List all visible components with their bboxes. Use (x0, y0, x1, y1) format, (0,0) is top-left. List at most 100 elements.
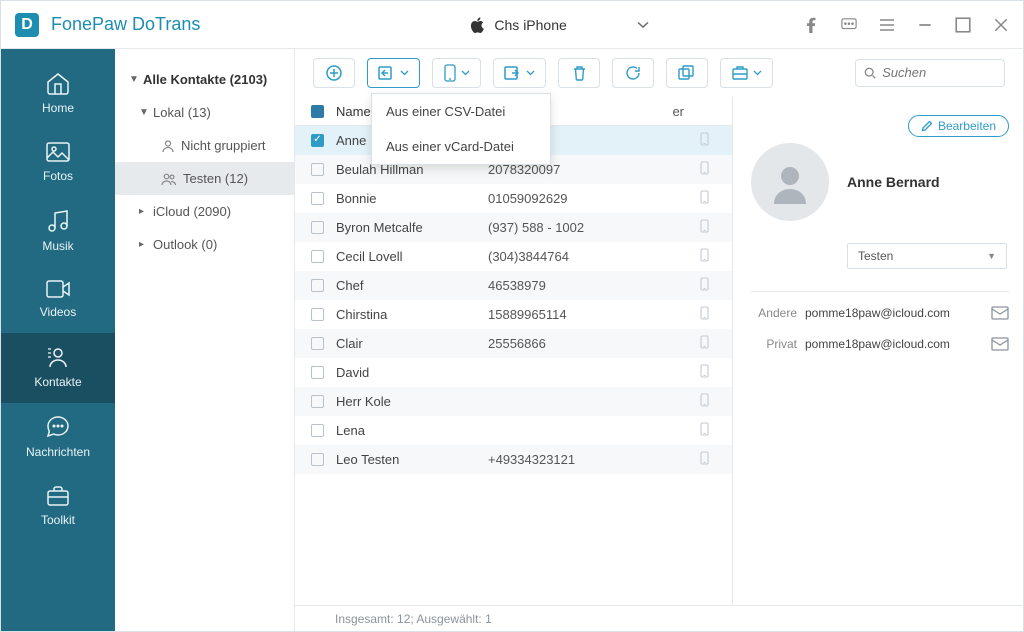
row-checkbox[interactable] (311, 192, 324, 205)
app-logo: D (15, 13, 39, 37)
apple-icon (470, 17, 484, 33)
table-row[interactable]: David (295, 358, 732, 387)
group-select[interactable]: Testen ▼ (847, 243, 1007, 269)
videos-icon (45, 279, 71, 299)
tree-local[interactable]: ▼Lokal (13) (115, 96, 294, 129)
sidebar-item-contacts[interactable]: Kontakte (1, 333, 115, 403)
close-icon[interactable] (993, 17, 1009, 33)
import-button[interactable] (367, 58, 420, 88)
sidebar-item-toolkit[interactable]: Toolkit (1, 473, 115, 541)
menu-icon[interactable] (879, 17, 895, 33)
select-all-checkbox[interactable] (311, 105, 324, 118)
device-icon (700, 219, 716, 236)
table-row[interactable]: Chirstina 15889965114 (295, 300, 732, 329)
merge-button[interactable] (666, 58, 708, 88)
device-icon (700, 335, 716, 352)
person-icon (161, 139, 175, 153)
feedback-icon[interactable] (841, 17, 857, 33)
row-checkbox[interactable] (311, 163, 324, 176)
table-row[interactable]: Clair 25556866 (295, 329, 732, 358)
contact-name-cell: Bonnie (336, 191, 476, 206)
search-box[interactable] (855, 59, 1005, 87)
row-checkbox[interactable] (311, 424, 324, 437)
field-value: pomme18paw@icloud.com (805, 337, 983, 351)
device-selector[interactable]: Chs iPhone (460, 13, 718, 37)
dropdown-arrow-icon: ▼ (987, 251, 996, 261)
sidebar-item-videos[interactable]: Videos (1, 267, 115, 333)
row-checkbox[interactable] (311, 221, 324, 234)
table-row[interactable]: Lena (295, 416, 732, 445)
field-value: pomme18paw@icloud.com (805, 306, 983, 320)
table-row[interactable]: Herr Kole (295, 387, 732, 416)
photos-icon (45, 141, 71, 163)
sidebar-item-label: Fotos (43, 169, 73, 183)
export-to-device-button[interactable] (432, 58, 481, 88)
device-icon (700, 132, 716, 149)
contact-phone-cell: (937) 588 - 1002 (488, 220, 688, 235)
tree-all-contacts[interactable]: ▼Alle Kontakte (2103) (115, 63, 294, 96)
contacts-icon (46, 345, 70, 369)
table-row[interactable]: Bonnie 01059092629 (295, 184, 732, 213)
row-checkbox[interactable] (311, 308, 324, 321)
search-input[interactable] (882, 65, 996, 80)
table-row[interactable]: Cecil Lovell (304)3844764 (295, 242, 732, 271)
facebook-icon[interactable] (803, 17, 819, 33)
plus-icon (326, 65, 342, 81)
phone-export-icon (443, 64, 457, 82)
minimize-icon[interactable] (917, 17, 933, 33)
tree-testen[interactable]: Testen (12) (115, 162, 294, 195)
contact-phone-cell: +49334323121 (488, 452, 688, 467)
messages-icon (45, 415, 71, 439)
sidebar-item-home[interactable]: Home (1, 59, 115, 129)
tree-outlook[interactable]: ▸Outlook (0) (115, 228, 294, 261)
add-button[interactable] (313, 58, 355, 88)
contact-phone-cell: (304)3844764 (488, 249, 688, 264)
import-csv-option[interactable]: Aus einer CSV-Datei (372, 94, 550, 129)
contact-name: Anne Bernard (847, 174, 940, 190)
delete-button[interactable] (558, 58, 600, 88)
refresh-icon (625, 65, 641, 81)
import-vcard-option[interactable]: Aus einer vCard-Datei (372, 129, 550, 164)
chevron-down-icon (753, 70, 762, 76)
contact-name-cell: Clair (336, 336, 476, 351)
trash-icon (572, 65, 587, 81)
tree-icloud[interactable]: ▸iCloud (2090) (115, 195, 294, 228)
table-row[interactable]: Byron Metcalfe (937) 588 - 1002 (295, 213, 732, 242)
app-title: FonePaw DoTrans (51, 14, 200, 35)
music-icon (47, 209, 69, 233)
sidebar-item-label: Home (42, 101, 74, 115)
contact-name-cell: Leo Testen (336, 452, 476, 467)
table-row[interactable]: Chef 46538979 (295, 271, 732, 300)
backup-button[interactable] (720, 58, 773, 88)
chevron-down-icon (637, 21, 649, 29)
sidebar-item-photos[interactable]: Fotos (1, 129, 115, 197)
detail-field: Andere pomme18paw@icloud.com (751, 306, 1009, 323)
merge-icon (678, 65, 696, 81)
mail-icon[interactable] (991, 306, 1009, 323)
contact-list: Name er Anne Bernard Beulah Hillman 2078… (295, 97, 733, 605)
row-checkbox[interactable] (311, 337, 324, 350)
table-row[interactable]: Leo Testen +49334323121 (295, 445, 732, 474)
row-checkbox[interactable] (311, 134, 324, 147)
row-checkbox[interactable] (311, 395, 324, 408)
sidebar-item-label: Toolkit (41, 513, 75, 527)
contact-name-cell: Byron Metcalfe (336, 220, 476, 235)
home-icon (45, 71, 71, 95)
contact-phone-cell: 01059092629 (488, 191, 688, 206)
export-button[interactable] (493, 58, 546, 88)
contact-name-cell: Chef (336, 278, 476, 293)
maximize-icon[interactable] (955, 17, 971, 33)
contact-name-cell: Cecil Lovell (336, 249, 476, 264)
export-icon (504, 66, 522, 80)
row-checkbox[interactable] (311, 366, 324, 379)
row-checkbox[interactable] (311, 453, 324, 466)
row-checkbox[interactable] (311, 250, 324, 263)
sidebar-item-music[interactable]: Musik (1, 197, 115, 267)
edit-button[interactable]: Bearbeiten (908, 115, 1009, 137)
sidebar-item-messages[interactable]: Nachrichten (1, 403, 115, 473)
tree-ungrouped[interactable]: Nicht gruppiert (115, 129, 294, 162)
mail-icon[interactable] (991, 337, 1009, 354)
search-icon (864, 66, 876, 80)
row-checkbox[interactable] (311, 279, 324, 292)
refresh-button[interactable] (612, 58, 654, 88)
